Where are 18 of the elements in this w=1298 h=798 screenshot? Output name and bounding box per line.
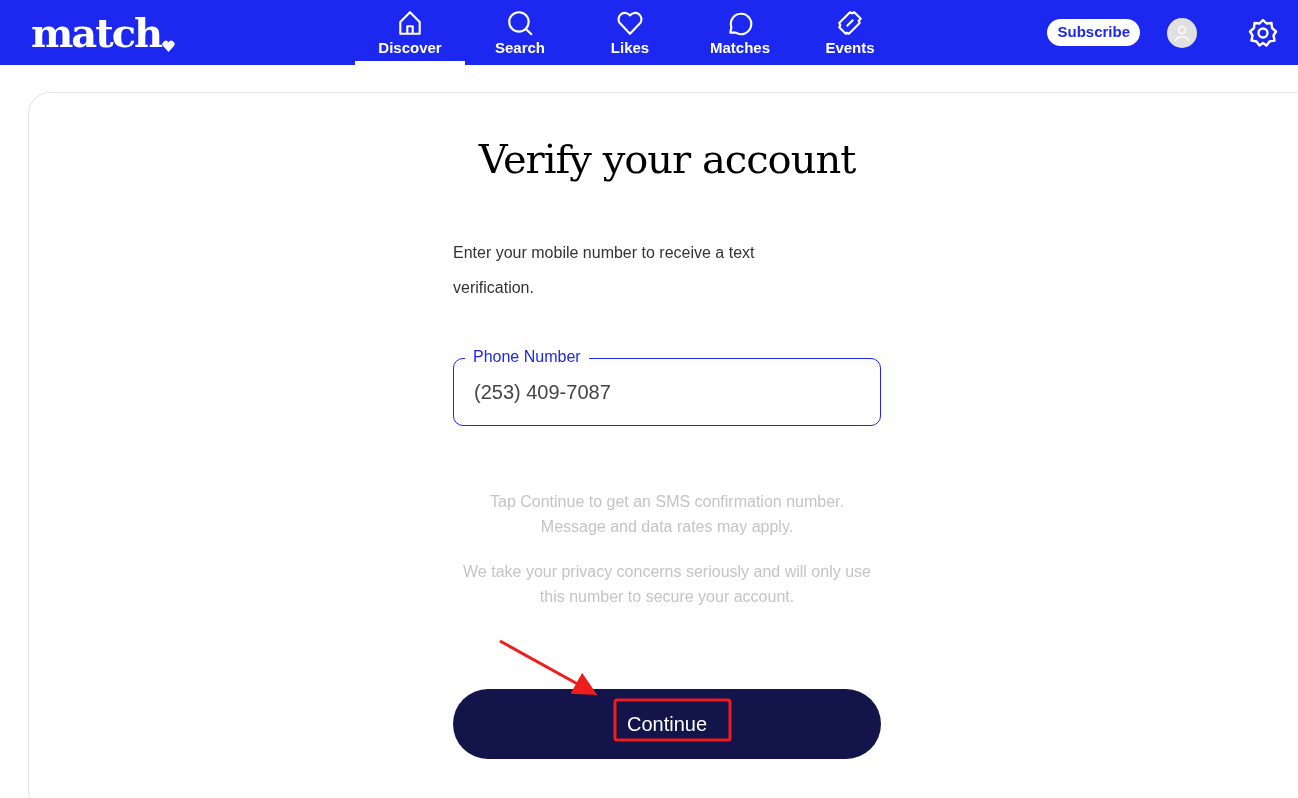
continue-button[interactable]: Continue [453, 689, 881, 759]
nav-tab[interactable]: Likes [575, 0, 685, 65]
home-icon [396, 8, 424, 37]
nav-tab[interactable]: Discover [355, 0, 465, 65]
page-title: Verify your account [477, 135, 857, 184]
subscribe-button[interactable]: Subscribe [1047, 19, 1140, 46]
info-text: We take your privacy concerns seriously and will only use this number to secure your account. [463, 562, 871, 607]
avatar-icon[interactable] [1167, 17, 1197, 48]
heart-icon [162, 39, 176, 52]
logo[interactable]: match [31, 12, 162, 53]
search-icon [506, 8, 534, 37]
nav-tab[interactable]: Matches [685, 0, 795, 65]
nav-tab[interactable]: Events [795, 0, 905, 65]
settings-icon[interactable] [1248, 17, 1278, 48]
ticket-icon [836, 8, 864, 37]
intro-text: Enter your mobile number to receive a text verification. [453, 243, 756, 298]
nav-tab[interactable]: Search [465, 0, 575, 65]
info-text: Tap Continue to get an SMS confirmation number. Message and data rates may apply. [489, 492, 845, 537]
